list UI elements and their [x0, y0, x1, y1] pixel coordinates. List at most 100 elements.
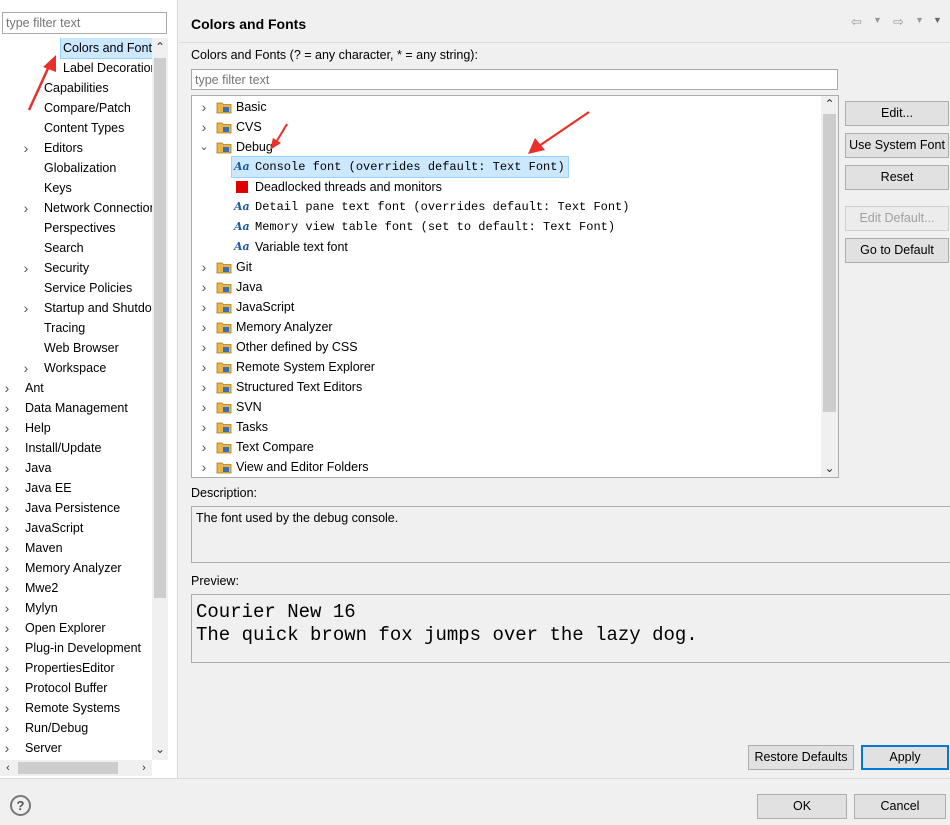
nav-tree-item[interactable]: › Mwe2 [0, 578, 152, 598]
chevron-right-icon[interactable]: › [2, 518, 12, 538]
tree-item[interactable]: Aa Detail pane text font (overrides defau… [192, 197, 820, 217]
help-icon[interactable]: ? [10, 795, 31, 816]
back-arrow-icon[interactable]: ⇦ [851, 14, 862, 30]
chevron-right-icon[interactable]: › [2, 418, 12, 438]
go-to-default-button[interactable]: Go to Default [845, 238, 949, 263]
nav-tree-item[interactable]: Compare/Patch [0, 98, 152, 118]
tree-item[interactable]: › View and Editor Folders [192, 457, 820, 477]
chevron-right-icon[interactable]: › [199, 297, 209, 317]
tree-item[interactable]: › Git [192, 257, 820, 277]
chevron-up-icon[interactable]: ⌃ [821, 96, 838, 113]
nav-tree-item[interactable]: › Mylyn [0, 598, 152, 618]
nav-tree-item[interactable]: › Java EE [0, 478, 152, 498]
nav-vertical-scrollbar[interactable]: ⌃ ⌄ [152, 38, 168, 760]
nav-tree-item[interactable]: › Help [0, 418, 152, 438]
forward-arrow-icon[interactable]: ⇨ [893, 14, 904, 30]
tree-item[interactable]: › SVN [192, 397, 820, 417]
tree-item[interactable]: › Other defined by CSS [192, 337, 820, 357]
chevron-down-icon[interactable]: ⌄ [152, 740, 168, 758]
nav-tree-item[interactable]: › Run/Debug [0, 718, 152, 738]
tree-item[interactable]: › Tasks [192, 417, 820, 437]
chevron-left-icon[interactable]: ‹ [0, 760, 16, 776]
tree-item[interactable]: › JavaScript [192, 297, 820, 317]
nav-tree-item[interactable]: › Maven [0, 538, 152, 558]
tree-item[interactable]: Aa Variable text font [192, 237, 820, 257]
chevron-right-icon[interactable]: › [2, 558, 12, 578]
nav-tree-item[interactable]: › Startup and Shutdown [0, 298, 152, 318]
chevron-right-icon[interactable]: › [2, 678, 12, 698]
nav-tree-item[interactable]: › Install/Update [0, 438, 152, 458]
chevron-down-icon[interactable]: ⌄ [821, 460, 838, 477]
nav-tree-item[interactable]: Web Browser [0, 338, 152, 358]
nav-tree-item[interactable]: Globalization [0, 158, 152, 178]
chevron-right-icon[interactable]: › [2, 378, 12, 398]
chevron-down-icon[interactable]: ▼ [873, 15, 882, 25]
tree-item[interactable]: › Remote System Explorer [192, 357, 820, 377]
view-menu-icon[interactable]: ▼ [933, 15, 942, 25]
nav-tree-item[interactable]: › Remote Systems [0, 698, 152, 718]
chevron-right-icon[interactable]: › [21, 138, 31, 158]
colors-filter-input[interactable] [191, 69, 838, 90]
tree-item[interactable]: Aa Memory view table font (set to default… [192, 217, 820, 237]
nav-tree-item[interactable]: › JavaScript [0, 518, 152, 538]
chevron-right-icon[interactable]: › [199, 317, 209, 337]
nav-tree-item[interactable]: › Memory Analyzer [0, 558, 152, 578]
scroll-thumb[interactable] [154, 58, 166, 598]
chevron-right-icon[interactable]: › [2, 718, 12, 738]
chevron-up-icon[interactable]: ⌃ [152, 38, 168, 56]
apply-button[interactable]: Apply [861, 745, 949, 770]
nav-tree-item[interactable]: Tracing [0, 318, 152, 338]
chevron-right-icon[interactable]: › [199, 277, 209, 297]
nav-tree-item[interactable]: › Network Connections [0, 198, 152, 218]
chevron-right-icon[interactable]: › [2, 458, 12, 478]
nav-tree-item[interactable]: › Plug-in Development [0, 638, 152, 658]
nav-tree-item[interactable]: Search [0, 238, 152, 258]
nav-tree-item[interactable]: › Security [0, 258, 152, 278]
nav-tree-item[interactable]: Keys [0, 178, 152, 198]
scroll-thumb[interactable] [18, 762, 118, 774]
ok-button[interactable]: OK [757, 794, 847, 819]
scroll-thumb[interactable] [823, 114, 836, 412]
tree-item[interactable]: Deadlocked threads and monitors [192, 177, 820, 197]
chevron-right-icon[interactable]: › [2, 638, 12, 658]
nav-tree-item[interactable]: Perspectives [0, 218, 152, 238]
nav-tree-item[interactable]: Service Policies [0, 278, 152, 298]
chevron-right-icon[interactable]: › [2, 498, 12, 518]
nav-tree-item[interactable]: Label Decorations [0, 58, 152, 78]
edit-default-button[interactable]: Edit Default... [845, 206, 949, 231]
use-system-font-button[interactable]: Use System Font [845, 133, 949, 158]
nav-tree-item[interactable]: Capabilities [0, 78, 152, 98]
chevron-right-icon[interactable]: › [199, 437, 209, 457]
nav-tree-item[interactable]: › Open Explorer [0, 618, 152, 638]
reset-button[interactable]: Reset [845, 165, 949, 190]
restore-defaults-button[interactable]: Restore Defaults [748, 745, 854, 770]
chevron-right-icon[interactable]: › [2, 738, 12, 758]
chevron-right-icon[interactable]: › [199, 117, 209, 137]
tree-item[interactable]: › Text Compare [192, 437, 820, 457]
tree-vertical-scrollbar[interactable]: ⌃ ⌄ [821, 96, 838, 477]
chevron-right-icon[interactable]: › [2, 598, 12, 618]
chevron-right-icon[interactable]: › [2, 698, 12, 718]
tree-item[interactable]: Aa Console font (overrides default: Text … [192, 156, 820, 178]
chevron-right-icon[interactable]: › [21, 198, 31, 218]
chevron-right-icon[interactable]: › [199, 257, 209, 277]
tree-item[interactable]: › Structured Text Editors [192, 377, 820, 397]
tree-item[interactable]: › Memory Analyzer [192, 317, 820, 337]
chevron-right-icon[interactable]: › [199, 357, 209, 377]
chevron-right-icon[interactable]: › [199, 417, 209, 437]
chevron-right-icon[interactable]: › [199, 337, 209, 357]
chevron-right-icon[interactable]: › [199, 377, 209, 397]
nav-tree-item[interactable]: › Editors [0, 138, 152, 158]
nav-horizontal-scrollbar[interactable]: ‹ › [0, 760, 152, 776]
nav-tree-item[interactable]: › Workspace [0, 358, 152, 378]
chevron-right-icon[interactable]: › [199, 457, 209, 477]
chevron-right-icon[interactable]: › [136, 760, 152, 776]
nav-tree-item[interactable]: › Java [0, 458, 152, 478]
chevron-right-icon[interactable]: › [199, 397, 209, 417]
nav-filter-input[interactable] [2, 12, 167, 34]
chevron-right-icon[interactable]: › [2, 478, 12, 498]
chevron-right-icon[interactable]: › [21, 258, 31, 278]
chevron-down-icon[interactable]: ▼ [915, 15, 924, 25]
chevron-right-icon[interactable]: › [21, 298, 31, 318]
nav-tree-item[interactable]: Colors and Fonts [0, 38, 152, 59]
